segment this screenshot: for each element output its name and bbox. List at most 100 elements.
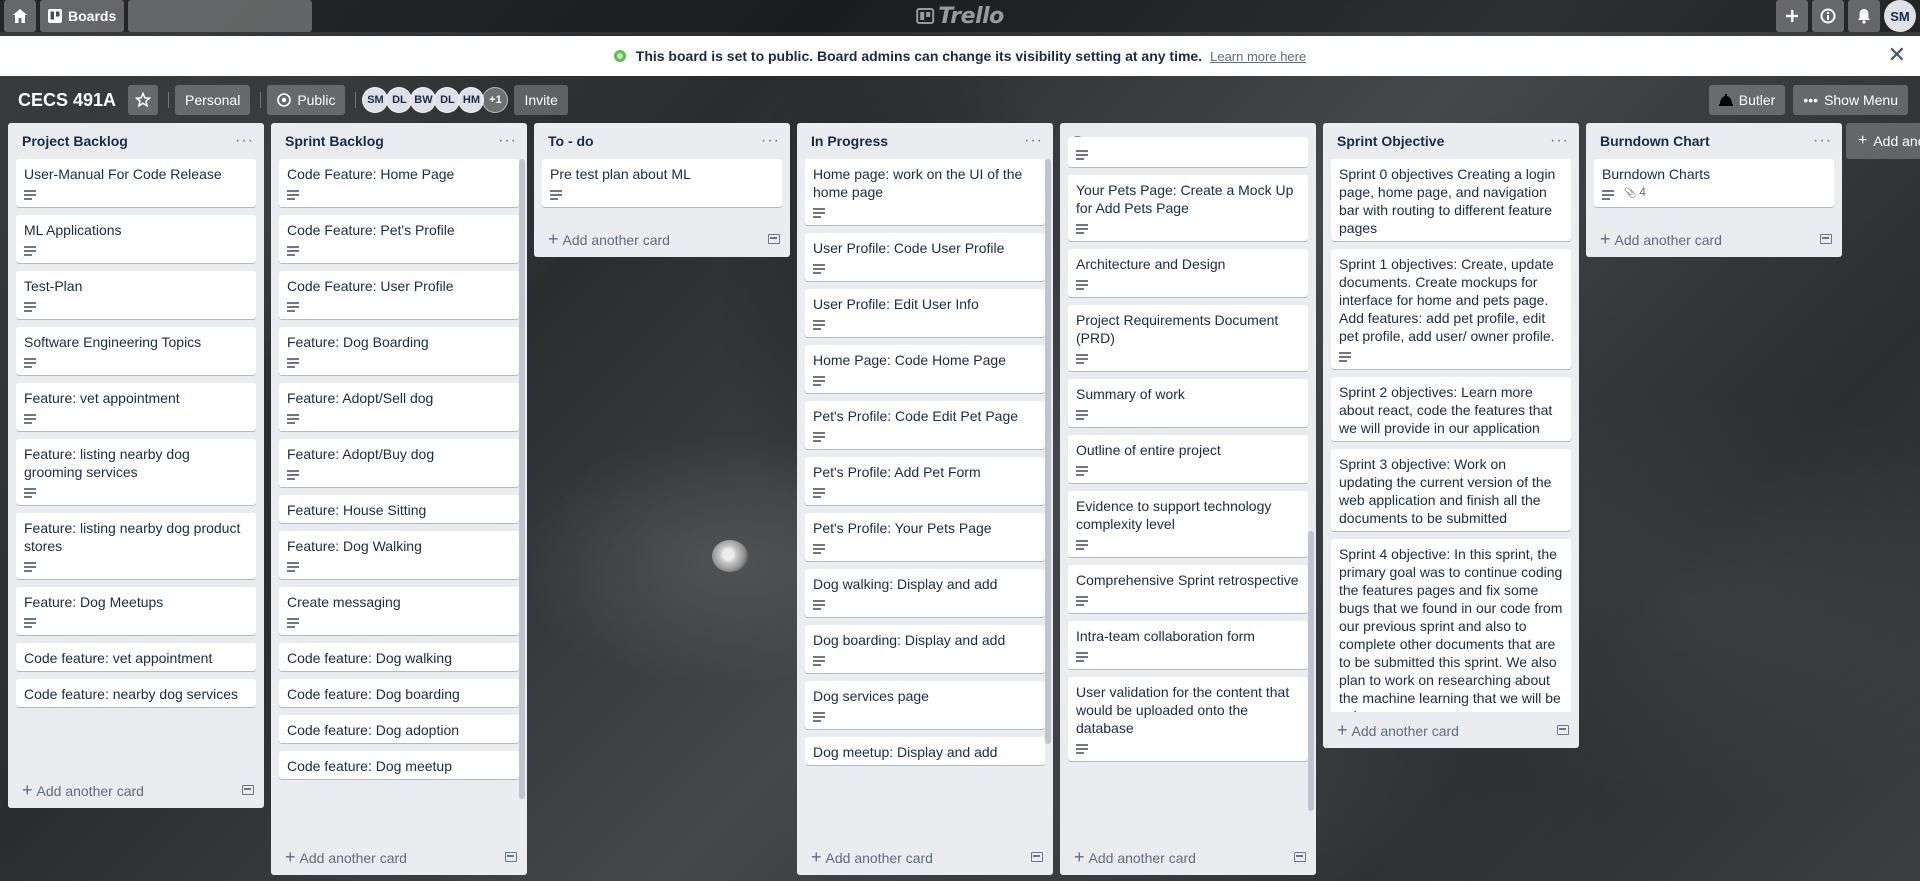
- invite-button[interactable]: Invite: [514, 85, 568, 115]
- list[interactable]: In Progress ··· Home page: work on the UI …: [797, 123, 1053, 875]
- card[interactable]: Home page: work on the UI of the home pa…: [805, 159, 1045, 225]
- create-button[interactable]: [1776, 0, 1808, 32]
- list-title[interactable]: Sprint Objective: [1337, 133, 1444, 149]
- card[interactable]: Burndown Charts 📎 4: [1594, 159, 1834, 207]
- member-avatar[interactable]: HM: [458, 87, 485, 113]
- card[interactable]: Project Requirements Document (PRD): [1068, 305, 1308, 371]
- card[interactable]: Summary of work: [1068, 379, 1308, 427]
- list-scrollbar[interactable]: [519, 159, 525, 799]
- card[interactable]: User Profile: Edit User Info: [805, 289, 1045, 337]
- user-avatar[interactable]: SM: [1884, 0, 1916, 32]
- show-menu-button[interactable]: ••• Show Menu: [1793, 85, 1908, 115]
- card[interactable]: Sprint 2 objectives: Learn more about re…: [1331, 377, 1571, 441]
- team-button[interactable]: Personal: [175, 85, 251, 115]
- card[interactable]: Code feature: Dog boarding: [279, 679, 519, 707]
- card[interactable]: Pet's Profile: Add Pet Form: [805, 457, 1045, 505]
- card[interactable]: Code feature: Dog walking: [279, 643, 519, 671]
- add-card-button[interactable]: + Add another card: [1060, 839, 1316, 875]
- list-scrollbar[interactable]: [1308, 531, 1314, 811]
- visibility-button[interactable]: Public: [267, 85, 346, 115]
- list-title[interactable]: To - do: [548, 133, 594, 149]
- card[interactable]: Pet's Profile: Code Edit Pet Page: [805, 401, 1045, 449]
- list[interactable]: To - do ··· Pre test plan about ML + Add ano…: [534, 123, 790, 257]
- card[interactable]: Create messaging: [279, 587, 519, 635]
- card[interactable]: Feature: House Sitting: [279, 495, 519, 523]
- card[interactable]: Code Feature: Home Page: [279, 159, 519, 207]
- card[interactable]: Code feature: Dog meetup: [279, 751, 519, 779]
- card[interactable]: ML Applications: [16, 215, 256, 263]
- card[interactable]: Feature: Adopt/Buy dog: [279, 439, 519, 487]
- card[interactable]: Feature: listing nearby dog product stor…: [16, 513, 256, 579]
- list-title[interactable]: Project Backlog: [22, 133, 128, 149]
- card[interactable]: User validation for the content that wou…: [1068, 677, 1308, 761]
- card[interactable]: Dog boarding: Display and add: [805, 625, 1045, 673]
- card-template-icon[interactable]: [1820, 234, 1832, 244]
- list-menu-icon[interactable]: ···: [1024, 133, 1043, 149]
- card[interactable]: Feature: Dog Meetups: [16, 587, 256, 635]
- search-input[interactable]: [119, 1, 305, 31]
- card[interactable]: Dog meetup: Display and add: [805, 737, 1045, 765]
- add-list-button[interactable]: + Add another list: [1846, 123, 1920, 159]
- board-title[interactable]: CECS 491A: [18, 90, 116, 111]
- trello-logo[interactable]: Trello: [916, 3, 1004, 29]
- card[interactable]: Intra-team collaboration form: [1068, 621, 1308, 669]
- list-menu-icon[interactable]: ···: [1550, 133, 1569, 149]
- home-button[interactable]: [4, 0, 36, 32]
- list-menu-icon[interactable]: ···: [1813, 133, 1832, 149]
- card[interactable]: Code feature: nearby dog services: [16, 679, 256, 707]
- more-members-badge[interactable]: +1: [482, 87, 509, 113]
- list[interactable]: Sprint Backlog ··· Code Feature: Home Page…: [271, 123, 527, 875]
- boards-button[interactable]: Boards: [40, 0, 125, 32]
- card[interactable]: User Profile: Code User Profile: [805, 233, 1045, 281]
- notifications-button[interactable]: [1848, 0, 1880, 32]
- card-template-icon[interactable]: [505, 852, 517, 862]
- card-template-icon[interactable]: [1294, 852, 1306, 862]
- card[interactable]: Architecture and Design: [1068, 249, 1308, 297]
- list-menu-icon[interactable]: ···: [498, 133, 517, 149]
- member-avatar[interactable]: SM: [362, 87, 389, 113]
- card[interactable]: User-Manual For Code Release: [16, 159, 256, 207]
- card[interactable]: Feature: vet appointment: [16, 383, 256, 431]
- add-card-button[interactable]: + Add another card: [534, 221, 790, 257]
- card[interactable]: Feature: Dog Boarding: [279, 327, 519, 375]
- card[interactable]: Sprint 0 objectives Creating a login pag…: [1331, 159, 1571, 241]
- member-avatar[interactable]: DL: [386, 87, 413, 113]
- card[interactable]: Your Pets Page: Create a Mock Up for Add…: [1068, 175, 1308, 241]
- card-template-icon[interactable]: [768, 234, 780, 244]
- card-template-icon[interactable]: [242, 785, 254, 795]
- card-template-icon[interactable]: [1031, 852, 1043, 862]
- card[interactable]: Code feature: vet appointment: [16, 643, 256, 671]
- add-card-button[interactable]: + Add another card: [797, 839, 1053, 875]
- add-card-button[interactable]: + Add another card: [271, 839, 527, 875]
- card[interactable]: Outline of entire project: [1068, 435, 1308, 483]
- card[interactable]: Feature: listing nearby dog grooming ser…: [16, 439, 256, 505]
- card[interactable]: Feature: Adopt/Sell dog: [279, 383, 519, 431]
- card[interactable]: Home Page: Code Home Page: [805, 345, 1045, 393]
- add-card-button[interactable]: + Add another card: [8, 772, 264, 808]
- member-avatar[interactable]: BW: [410, 87, 437, 113]
- list[interactable]: Project Backlog ··· User-Manual For Code R…: [8, 123, 264, 808]
- card[interactable]: Dog walking: Display and add: [805, 569, 1045, 617]
- card[interactable]: [1068, 137, 1308, 167]
- info-button[interactable]: [1812, 0, 1844, 32]
- list-scrollbar[interactable]: [1045, 159, 1051, 744]
- card[interactable]: Feature: Dog Walking: [279, 531, 519, 579]
- card[interactable]: Sprint 1 objectives: Create, update docu…: [1331, 249, 1571, 369]
- learn-more-link[interactable]: Learn more here: [1210, 49, 1306, 64]
- member-avatar[interactable]: DL: [434, 87, 461, 113]
- card[interactable]: Code Feature: Pet's Profile: [279, 215, 519, 263]
- add-card-button[interactable]: + Add another card: [1586, 221, 1842, 257]
- card[interactable]: Pet's Profile: Your Pets Page: [805, 513, 1045, 561]
- card[interactable]: Code Feature: User Profile: [279, 271, 519, 319]
- card-template-icon[interactable]: [1557, 725, 1569, 735]
- card[interactable]: Software Engineering Topics: [16, 327, 256, 375]
- close-icon[interactable]: ✕: [1888, 44, 1906, 66]
- list-title[interactable]: In Progress: [811, 133, 888, 149]
- card[interactable]: Evidence to support technology complexit…: [1068, 491, 1308, 557]
- card[interactable]: Dog services page: [805, 681, 1045, 729]
- card[interactable]: Test-Plan: [16, 271, 256, 319]
- card[interactable]: Pre test plan about ML: [542, 159, 782, 207]
- card[interactable]: Comprehensive Sprint retrospective: [1068, 565, 1308, 613]
- butler-button[interactable]: Butler: [1708, 85, 1786, 115]
- card[interactable]: Sprint 3 objective: Work on updating the…: [1331, 449, 1571, 531]
